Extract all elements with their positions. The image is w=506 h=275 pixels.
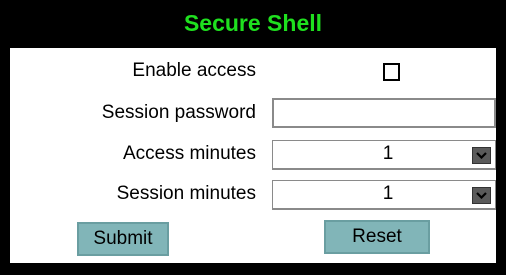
chevron-down-icon[interactable] [472, 147, 491, 164]
session-minutes-value: 1 [382, 183, 394, 204]
secure-shell-panel: Secure Shell Enable access Session passw… [6, 2, 500, 264]
submit-button[interactable]: Submit [77, 222, 169, 256]
chevron-down-icon[interactable] [472, 187, 491, 204]
access-minutes-label: Access minutes [122, 143, 256, 164]
session-password-input[interactable] [272, 98, 496, 128]
reset-button[interactable]: Reset [324, 220, 430, 254]
ssh-form: Enable access Session password Access mi… [10, 48, 496, 263]
access-minutes-select[interactable]: 1 [272, 140, 496, 170]
session-password-label: Session password [101, 102, 256, 123]
enable-access-checkbox[interactable] [383, 63, 400, 81]
session-minutes-select[interactable]: 1 [272, 180, 496, 210]
access-minutes-value: 1 [382, 143, 394, 164]
page-title: Secure Shell [183, 10, 323, 36]
enable-access-label: Enable access [132, 60, 256, 81]
session-minutes-label: Session minutes [116, 183, 256, 204]
